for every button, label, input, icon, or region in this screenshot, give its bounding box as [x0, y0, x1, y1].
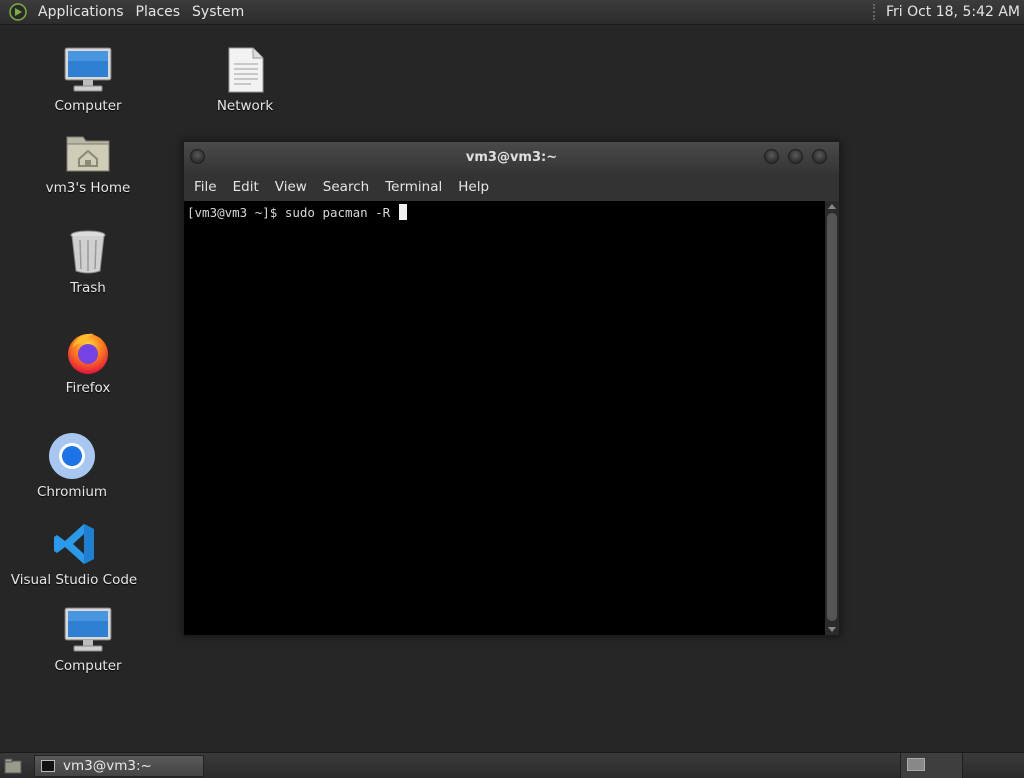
terminal-icon — [41, 759, 55, 772]
desktop-icon-computer[interactable]: Computer — [23, 44, 153, 114]
workspace-switcher — [900, 753, 1024, 778]
terminal-scrollbar[interactable] — [825, 201, 839, 635]
mate-logo-icon[interactable] — [8, 2, 28, 22]
desktop-icon-network[interactable]: Network — [180, 44, 310, 114]
menu-search[interactable]: Search — [315, 179, 377, 195]
workspace-2[interactable] — [962, 753, 1024, 778]
scroll-down-icon[interactable] — [828, 627, 836, 632]
home-folder-icon — [60, 126, 116, 178]
computer-icon — [60, 44, 116, 96]
desktop-icon-label: Computer — [54, 98, 122, 114]
panel-grip[interactable] — [872, 4, 880, 20]
menu-help[interactable]: Help — [450, 179, 497, 195]
desktop-icon-chromium[interactable]: Chromium — [7, 430, 137, 500]
clock[interactable]: Fri Oct 18, 5:42 AM — [886, 4, 1020, 20]
bottom-panel: vm3@vm3:~ — [0, 752, 1024, 778]
close-button[interactable] — [812, 149, 827, 164]
computer-icon — [60, 604, 116, 656]
network-icon — [217, 44, 273, 96]
scroll-up-icon[interactable] — [828, 204, 836, 209]
maximize-button[interactable] — [788, 149, 803, 164]
desktop-icon-label: Computer — [54, 658, 122, 674]
desktop-icon-label: Visual Studio Code — [10, 572, 138, 588]
desktop-icon-trash[interactable]: Trash — [23, 226, 153, 296]
window-titlebar[interactable]: vm3@vm3:~ — [184, 142, 839, 173]
terminal-prompt-line: [vm3@vm3 ~]$ sudo pacman -R — [187, 204, 407, 220]
top-panel: Applications Places System Fri Oct 18, 5… — [0, 0, 1024, 25]
chromium-icon — [44, 430, 100, 482]
trash-icon — [60, 226, 116, 278]
vscode-icon — [46, 518, 102, 570]
workspace-1[interactable] — [900, 753, 962, 778]
terminal-menubar: File Edit View Search Terminal Help — [184, 173, 839, 201]
desktop-icon-label: Chromium — [36, 484, 108, 500]
desktop-icon-label: Trash — [70, 280, 106, 296]
prompt-text: [vm3@vm3 ~]$ sudo pacman -R — [187, 205, 398, 220]
scroll-thumb[interactable] — [827, 213, 837, 621]
desktop-icon-label: Network — [216, 98, 274, 114]
window-title: vm3@vm3:~ — [465, 150, 558, 165]
firefox-icon — [60, 326, 116, 378]
taskbar-button-label: vm3@vm3:~ — [63, 757, 152, 774]
places-menu[interactable]: Places — [130, 4, 187, 20]
minimize-button[interactable] — [764, 149, 779, 164]
applications-menu[interactable]: Applications — [32, 4, 130, 20]
menu-view[interactable]: View — [267, 179, 315, 195]
system-menu[interactable]: System — [186, 4, 250, 20]
window-menu-button[interactable] — [190, 149, 205, 164]
show-desktop-icon[interactable] — [2, 756, 24, 776]
desktop-icon-home[interactable]: vm3's Home — [23, 126, 153, 196]
text-cursor — [398, 204, 407, 220]
desktop-icon-label: vm3's Home — [45, 180, 131, 196]
desktop-icon-firefox[interactable]: Firefox — [23, 326, 153, 396]
desktop-icon-vscode[interactable]: Visual Studio Code — [9, 518, 139, 588]
terminal-output[interactable]: [vm3@vm3 ~]$ sudo pacman -R — [184, 201, 826, 635]
desktop-icon-label: Firefox — [65, 380, 111, 396]
menu-file[interactable]: File — [186, 179, 225, 195]
terminal-window[interactable]: vm3@vm3:~ File Edit View Search Terminal… — [183, 141, 840, 636]
menu-terminal[interactable]: Terminal — [377, 179, 450, 195]
window-thumbnail — [907, 758, 925, 771]
taskbar-terminal-button[interactable]: vm3@vm3:~ — [34, 754, 204, 777]
desktop-icon-computer-2[interactable]: Computer — [23, 604, 153, 674]
menu-edit[interactable]: Edit — [225, 179, 267, 195]
